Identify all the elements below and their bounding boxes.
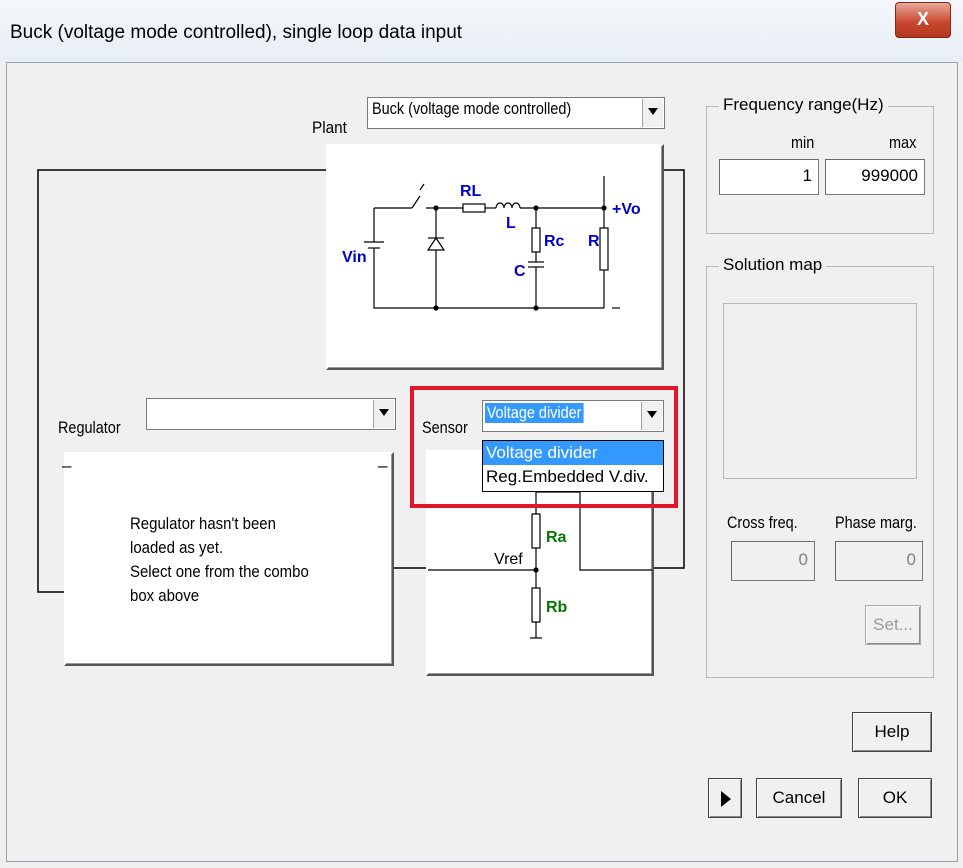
expand-button[interactable] bbox=[708, 778, 742, 818]
plant-schematic-panel: RL L +Vo Vin Rc R C bbox=[326, 144, 664, 370]
rc-label: Rc bbox=[544, 233, 565, 250]
freq-min-label: min bbox=[791, 133, 815, 152]
freq-min-input[interactable]: 1 bbox=[719, 159, 819, 195]
sensor-combo[interactable]: Voltage divider bbox=[482, 400, 664, 432]
sensor-combo-arrow-icon[interactable] bbox=[641, 402, 662, 430]
cross-freq-label: Cross freq. bbox=[727, 513, 798, 532]
freq-max-label: max bbox=[889, 133, 917, 152]
regulator-message-line-2: loaded as yet. bbox=[130, 538, 224, 557]
regulator-combo[interactable] bbox=[146, 398, 396, 430]
play-arrow-icon bbox=[721, 791, 731, 807]
frequency-range-title: Frequency range(Hz) bbox=[719, 95, 888, 115]
regulator-panel: – – Regulator hasn't been loaded as yet.… bbox=[62, 452, 394, 666]
plant-label: Plant bbox=[312, 118, 347, 137]
sensor-dropdown-list: Voltage divider Reg.Embedded V.div. bbox=[482, 440, 664, 492]
c-label: C bbox=[514, 263, 526, 280]
freq-min-value: 1 bbox=[802, 166, 812, 185]
regulator-message-line-4: box above bbox=[130, 586, 200, 605]
rl-label: RL bbox=[460, 183, 482, 200]
help-button[interactable]: Help bbox=[852, 712, 932, 752]
plant-combo-arrow-icon[interactable] bbox=[642, 99, 663, 127]
ra-label: Ra bbox=[546, 529, 567, 546]
sensor-combo-value: Voltage divider bbox=[485, 403, 584, 423]
cancel-button[interactable]: Cancel bbox=[756, 778, 842, 818]
sensor-option-voltage-divider[interactable]: Voltage divider bbox=[483, 441, 663, 465]
solution-map-group: Solution map Cross freq. Phase marg. 0 0… bbox=[706, 255, 934, 678]
phase-marg-field: 0 bbox=[835, 541, 923, 581]
regulator-label: Regulator bbox=[58, 418, 121, 437]
vref-label: Vref bbox=[494, 551, 523, 568]
sensor-label: Sensor bbox=[422, 418, 468, 437]
frequency-range-group: Frequency range(Hz) min max 1 999000 bbox=[706, 95, 934, 234]
rb-label: Rb bbox=[546, 599, 568, 616]
dialog-window: Buck (voltage mode controlled), single l… bbox=[0, 0, 963, 868]
l-label: L bbox=[506, 215, 516, 232]
plant-combo[interactable]: Buck (voltage mode controlled) bbox=[367, 97, 665, 129]
regulator-combo-arrow-icon[interactable] bbox=[373, 400, 394, 428]
buck-schematic: RL L +Vo Vin Rc R C bbox=[342, 176, 641, 311]
vo-label: +Vo bbox=[612, 201, 641, 218]
phase-marg-value: 0 bbox=[906, 550, 916, 569]
ok-button[interactable]: OK bbox=[858, 778, 932, 818]
solution-map-title: Solution map bbox=[719, 255, 827, 275]
vin-label: Vin bbox=[342, 249, 367, 266]
r-label: R bbox=[588, 233, 600, 250]
plant-combo-value: Buck (voltage mode controlled) bbox=[372, 99, 572, 118]
freq-max-value: 999000 bbox=[861, 166, 918, 185]
phase-marg-label: Phase marg. bbox=[835, 513, 917, 532]
regulator-message-line-3: Select one from the combo bbox=[130, 562, 309, 581]
sensor-option-reg-embedded[interactable]: Reg.Embedded V.div. bbox=[483, 465, 663, 489]
set-button[interactable]: Set... bbox=[865, 605, 921, 645]
regulator-panel-left-minus: – bbox=[62, 456, 72, 475]
regulator-message-line-1: Regulator hasn't been bbox=[130, 514, 276, 533]
cross-freq-field: 0 bbox=[731, 541, 815, 581]
solution-map-canvas bbox=[723, 303, 917, 479]
cross-freq-value: 0 bbox=[798, 550, 808, 569]
freq-max-input[interactable]: 999000 bbox=[825, 159, 925, 195]
regulator-panel-right-minus: – bbox=[378, 456, 388, 475]
